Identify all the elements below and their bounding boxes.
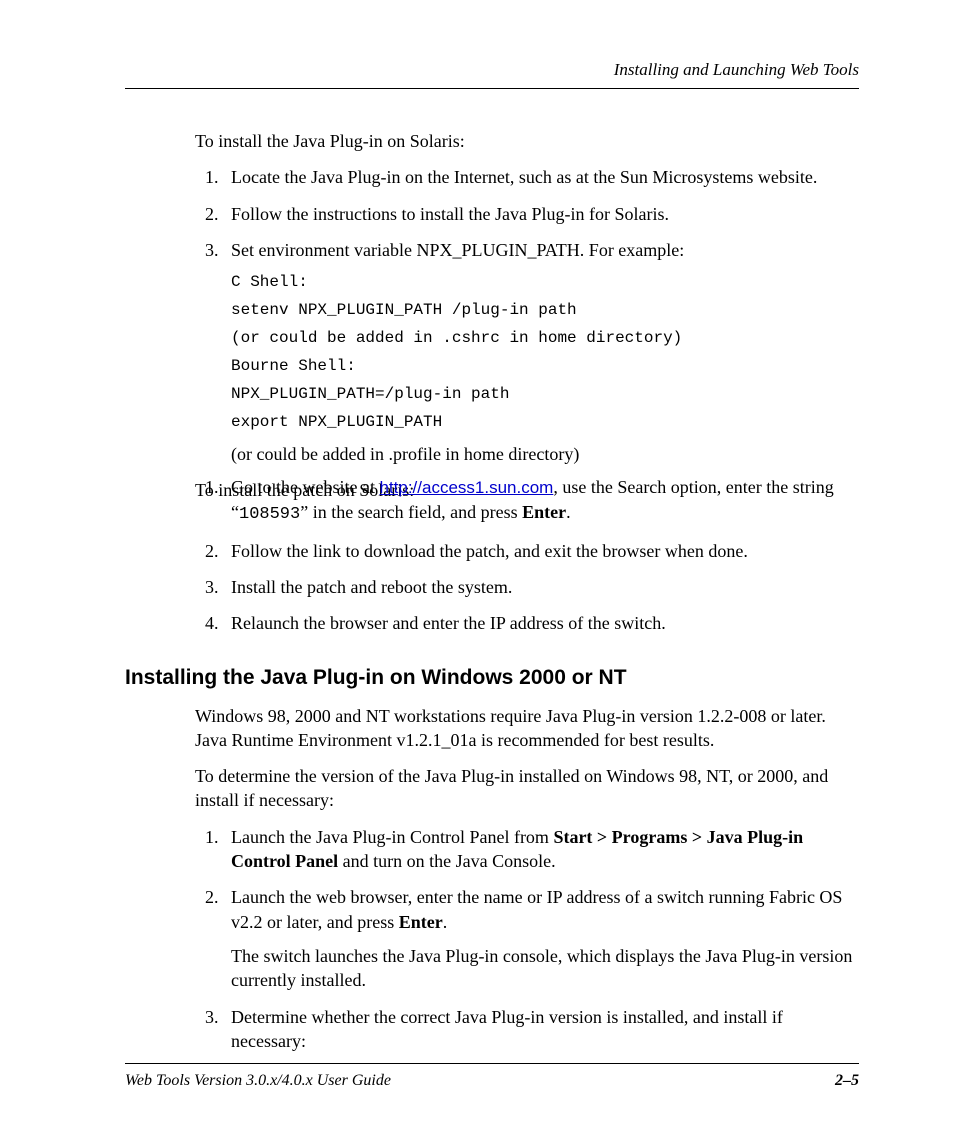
solaris-patch-steps: Go to the website at http://access1.sun.… bbox=[195, 475, 859, 636]
code-note: (or could be added in .profile in home d… bbox=[231, 442, 859, 466]
enter-key: Enter bbox=[399, 912, 443, 932]
step-text-end: . bbox=[566, 502, 571, 522]
list-item: Follow the instructions to install the J… bbox=[223, 202, 859, 226]
step-text-post: ” in the search field, and press bbox=[300, 502, 522, 522]
list-item: Go to the website at http://access1.sun.… bbox=[223, 475, 859, 527]
list-item: Determine whether the correct Java Plug-… bbox=[223, 1005, 859, 1054]
list-item: Follow the link to download the patch, a… bbox=[223, 539, 859, 563]
running-header: Installing and Launching Web Tools bbox=[125, 60, 859, 80]
step-text-pre: Go to the website at bbox=[231, 477, 379, 497]
section-heading-windows: Installing the Java Plug-in on Windows 2… bbox=[125, 666, 859, 690]
step-text-pre: Launch the Java Plug-in Control Panel fr… bbox=[231, 827, 553, 847]
search-code: 108593 bbox=[239, 505, 300, 524]
list-item: Locate the Java Plug-in on the Internet,… bbox=[223, 165, 859, 189]
sun-access-link[interactable]: http://access1.sun.com bbox=[379, 478, 553, 497]
header-rule bbox=[125, 88, 859, 89]
step-text-pre: Launch the web browser, enter the name o… bbox=[231, 887, 842, 931]
intro-solaris-install: To install the Java Plug-in on Solaris: bbox=[195, 129, 859, 153]
step-text-post: . bbox=[443, 912, 448, 932]
windows-steps: Launch the Java Plug-in Control Panel fr… bbox=[195, 825, 859, 1053]
list-item: Set environment variable NPX_PLUGIN_PATH… bbox=[223, 238, 859, 467]
list-item: Install the patch and reboot the system. bbox=[223, 575, 859, 599]
enter-key: Enter bbox=[522, 502, 566, 522]
windows-intro-1: Windows 98, 2000 and NT workstations req… bbox=[195, 704, 859, 753]
list-item: Launch the Java Plug-in Control Panel fr… bbox=[223, 825, 859, 874]
step-sub-note: The switch launches the Java Plug-in con… bbox=[231, 944, 859, 993]
code-block: C Shell: setenv NPX_PLUGIN_PATH /plug-in… bbox=[231, 268, 859, 436]
footer-doc-title: Web Tools Version 3.0.x/4.0.x User Guide bbox=[125, 1072, 391, 1090]
list-item: Relaunch the browser and enter the IP ad… bbox=[223, 611, 859, 635]
solaris-install-steps: Locate the Java Plug-in on the Internet,… bbox=[195, 165, 859, 466]
footer-rule bbox=[125, 1063, 859, 1064]
list-item: Launch the web browser, enter the name o… bbox=[223, 885, 859, 992]
page-footer: Web Tools Version 3.0.x/4.0.x User Guide… bbox=[125, 1063, 859, 1090]
footer-page-number: 2–5 bbox=[835, 1072, 859, 1090]
step-text-post: and turn on the Java Console. bbox=[338, 851, 555, 871]
windows-intro-2: To determine the version of the Java Plu… bbox=[195, 764, 859, 813]
step-text: Set environment variable NPX_PLUGIN_PATH… bbox=[231, 240, 684, 260]
